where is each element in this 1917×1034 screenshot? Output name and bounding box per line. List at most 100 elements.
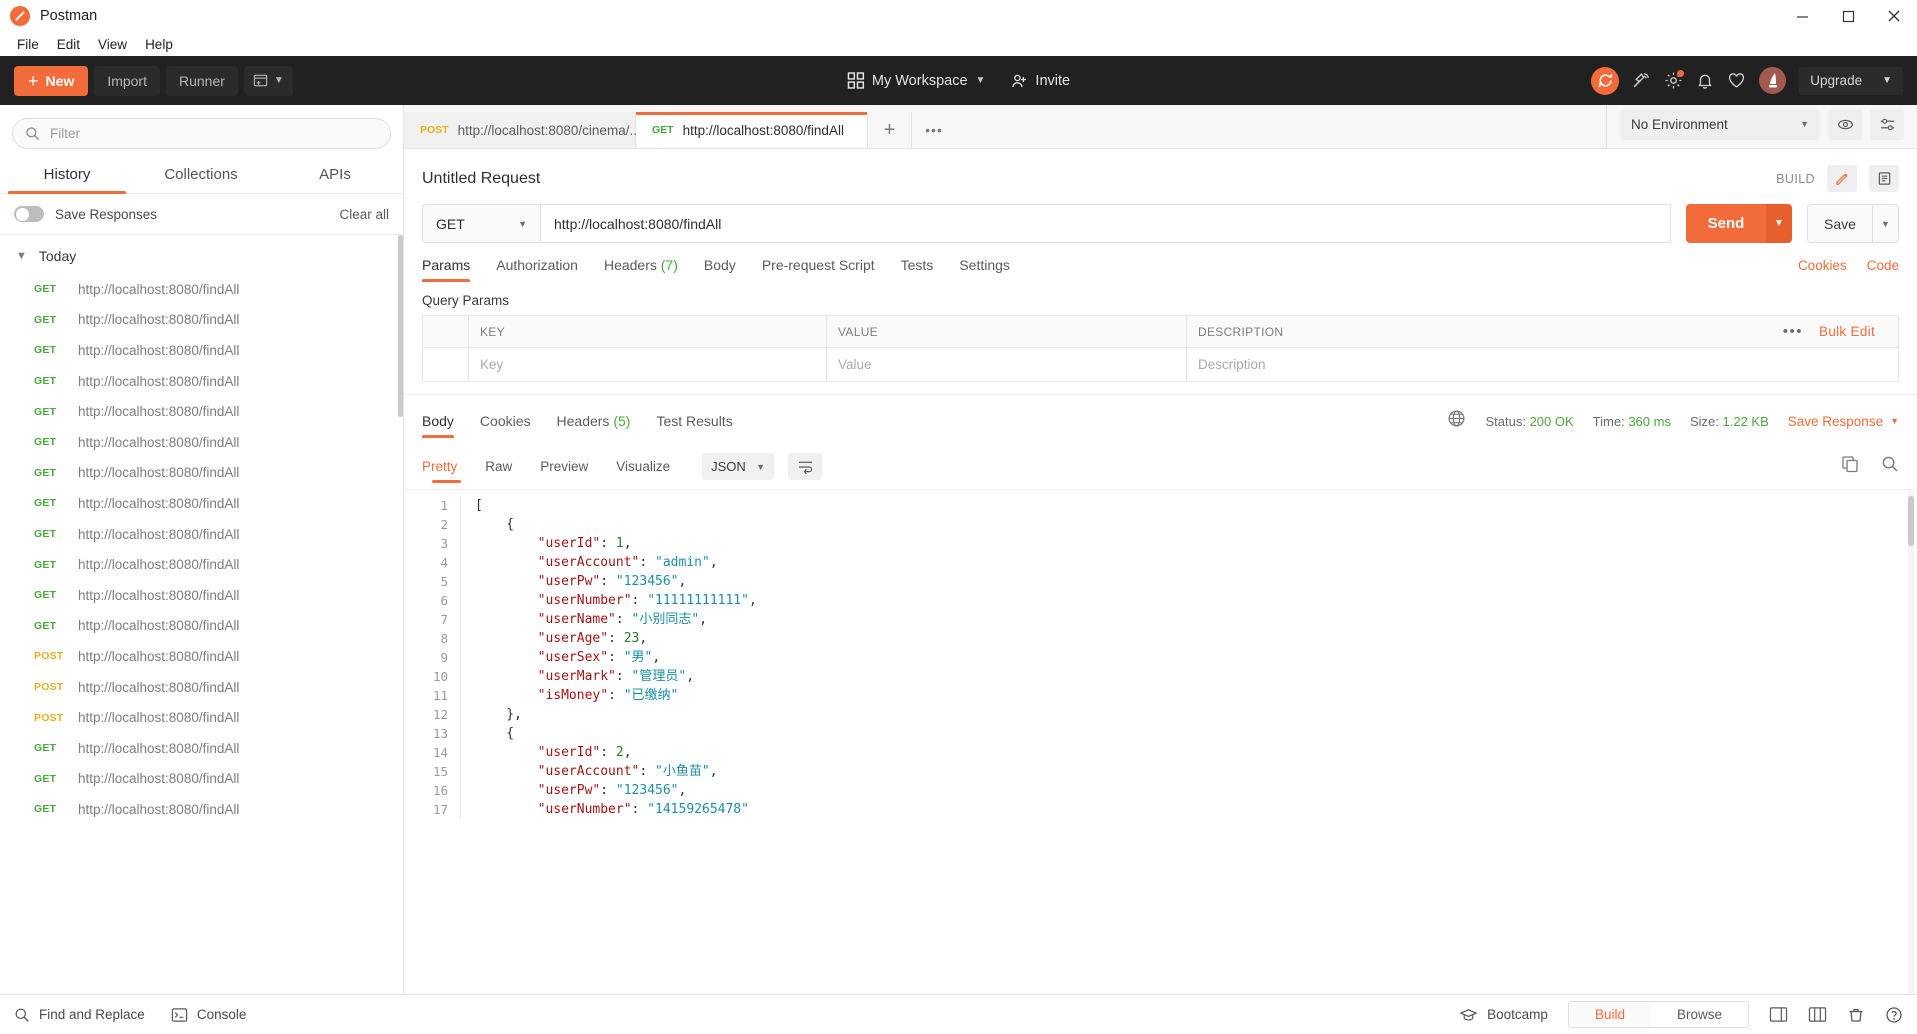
history-item[interactable]: GET http://localhost:8080/findAll [0, 366, 403, 397]
import-button[interactable]: Import [94, 65, 160, 96]
method-selector[interactable]: GET ▼ [422, 204, 540, 243]
response-tab-cookies[interactable]: Cookies [480, 413, 531, 438]
cookies-link[interactable]: Cookies [1798, 258, 1847, 273]
satellite-button[interactable] [1632, 71, 1651, 90]
favorites-button[interactable] [1727, 71, 1746, 90]
request-title[interactable]: Untitled Request [422, 170, 540, 188]
upgrade-button[interactable]: Upgrade [1799, 66, 1874, 95]
menu-view[interactable]: View [89, 35, 136, 54]
tab-headers[interactable]: Headers (7) [604, 257, 678, 282]
menu-file[interactable]: File [8, 35, 48, 54]
view-tab-raw[interactable]: Raw [471, 459, 526, 474]
bootcamp-button[interactable]: Bootcamp [1459, 1007, 1548, 1023]
workspace-selector[interactable]: My Workspace ▼ [847, 72, 985, 89]
chevron-down-icon[interactable]: ▼ [1873, 75, 1903, 86]
response-body-code[interactable]: 1 2 3 4 5 6 7 8 9 10 11 12 13 14 15 16 17 [ { "userId": … [404, 489, 1917, 994]
trash-button[interactable] [1847, 1006, 1865, 1024]
params-value-input[interactable]: Value [827, 348, 1187, 381]
sidebar-tab-apis[interactable]: APIs [268, 159, 402, 193]
history-item[interactable]: GET http://localhost:8080/findAll [0, 458, 403, 489]
history-item[interactable]: GET http://localhost:8080/findAll [0, 764, 403, 795]
new-window-button[interactable]: ▼ [243, 65, 293, 96]
invite-button[interactable]: Invite [1011, 73, 1070, 89]
new-button[interactable]: + New [14, 65, 89, 96]
history-item[interactable]: GET http://localhost:8080/findAll [0, 305, 403, 336]
code-content[interactable]: [ { "userId": 1, "userAccount": "admin",… [460, 496, 1917, 819]
settings-button[interactable] [1664, 70, 1685, 90]
sidebar-scrollbar[interactable] [398, 235, 403, 417]
find-and-replace-button[interactable]: Find and Replace [14, 1007, 145, 1023]
response-format-selector[interactable]: JSON ▼ [702, 453, 775, 480]
sidebar-tab-collections[interactable]: Collections [134, 159, 268, 193]
tab-tests[interactable]: Tests [901, 257, 934, 282]
menu-help[interactable]: Help [136, 35, 182, 54]
sidebar-tab-history[interactable]: History [0, 159, 134, 194]
minimize-icon[interactable] [1779, 0, 1825, 32]
save-response-button[interactable]: Save Response ▼ [1788, 414, 1899, 429]
history-item[interactable]: GET http://localhost:8080/findAll [0, 488, 403, 519]
console-button[interactable]: Console [171, 1007, 246, 1023]
tab-settings[interactable]: Settings [959, 257, 1010, 282]
history-item[interactable]: POST http://localhost:8080/findAll [0, 672, 403, 703]
tab-options-button[interactable]: ••• [912, 112, 956, 148]
code-scrollbar[interactable] [1908, 496, 1914, 546]
view-tab-visualize[interactable]: Visualize [602, 459, 684, 474]
request-tab-2[interactable]: GET http://localhost:8080/findAll [636, 112, 868, 148]
two-pane-button[interactable] [1808, 1006, 1827, 1023]
sidebar-layout-button[interactable] [1769, 1006, 1788, 1023]
browse-tab[interactable]: Browse [1651, 1002, 1748, 1027]
response-tab-body[interactable]: Body [422, 413, 454, 438]
history-item[interactable]: GET http://localhost:8080/findAll [0, 549, 403, 580]
environment-quick-look-button[interactable] [1828, 108, 1862, 140]
send-options-button[interactable]: ▼ [1766, 204, 1792, 243]
history-item[interactable]: GET http://localhost:8080/findAll [0, 519, 403, 550]
tab-authorization[interactable]: Authorization [496, 257, 578, 282]
history-item[interactable]: GET http://localhost:8080/findAll [0, 396, 403, 427]
save-options-button[interactable]: ▼ [1873, 204, 1899, 243]
save-request-button[interactable]: Save [1807, 204, 1873, 243]
history-item[interactable]: GET http://localhost:8080/findAll [0, 733, 403, 764]
maximize-icon[interactable] [1825, 0, 1871, 32]
runner-button[interactable]: Runner [166, 65, 238, 96]
history-item[interactable]: GET http://localhost:8080/findAll [0, 427, 403, 458]
help-button[interactable] [1885, 1006, 1903, 1024]
response-tab-test-results[interactable]: Test Results [656, 413, 732, 438]
history-item[interactable]: POST http://localhost:8080/findAll [0, 702, 403, 733]
edit-request-button[interactable] [1827, 165, 1857, 192]
history-item[interactable]: GET http://localhost:8080/findAll [0, 580, 403, 611]
send-button[interactable]: Send [1686, 204, 1766, 243]
user-avatar[interactable] [1759, 67, 1787, 94]
bulk-edit-button[interactable]: Bulk Edit [1819, 324, 1875, 339]
tab-params[interactable]: Params [422, 257, 471, 282]
history-item[interactable]: GET http://localhost:8080/findAll [0, 611, 403, 642]
clear-all-button[interactable]: Clear all [339, 207, 389, 222]
tab-body[interactable]: Body [704, 257, 736, 282]
params-row-checkbox[interactable] [423, 348, 469, 381]
request-documentation-button[interactable] [1869, 165, 1899, 192]
history-item[interactable]: GET http://localhost:8080/findAll [0, 274, 403, 305]
menu-edit[interactable]: Edit [48, 35, 89, 54]
params-key-input[interactable]: Key [469, 348, 827, 381]
tab-pre-request-script[interactable]: Pre-request Script [762, 257, 875, 282]
add-tab-button[interactable]: + [868, 112, 912, 148]
params-options-icon[interactable]: ••• [1783, 323, 1803, 340]
response-tab-headers[interactable]: Headers (5) [557, 413, 631, 438]
sync-button[interactable] [1591, 66, 1620, 95]
history-item[interactable]: GET http://localhost:8080/findAll [0, 335, 403, 366]
environment-settings-button[interactable] [1870, 108, 1904, 140]
history-list[interactable]: ▼ Today GET http://localhost:8080/findAll… [0, 235, 403, 994]
close-icon[interactable] [1871, 0, 1917, 32]
params-description-input[interactable]: Description [1187, 348, 1898, 381]
history-item[interactable]: POST http://localhost:8080/findAll [0, 641, 403, 672]
notifications-button[interactable] [1696, 72, 1714, 90]
view-tab-pretty[interactable]: Pretty [422, 459, 471, 483]
build-tab[interactable]: Build [1568, 1002, 1651, 1027]
environment-selector[interactable]: No Environment ▼ [1620, 108, 1820, 140]
code-link[interactable]: Code [1867, 258, 1899, 273]
filter-input[interactable]: Filter [12, 118, 391, 149]
search-response-button[interactable] [1881, 455, 1899, 478]
copy-button[interactable] [1841, 455, 1859, 478]
save-responses-toggle[interactable] [14, 206, 44, 222]
history-item[interactable]: GET http://localhost:8080/findAll [0, 794, 403, 825]
history-group-today[interactable]: ▼ Today [0, 235, 403, 274]
